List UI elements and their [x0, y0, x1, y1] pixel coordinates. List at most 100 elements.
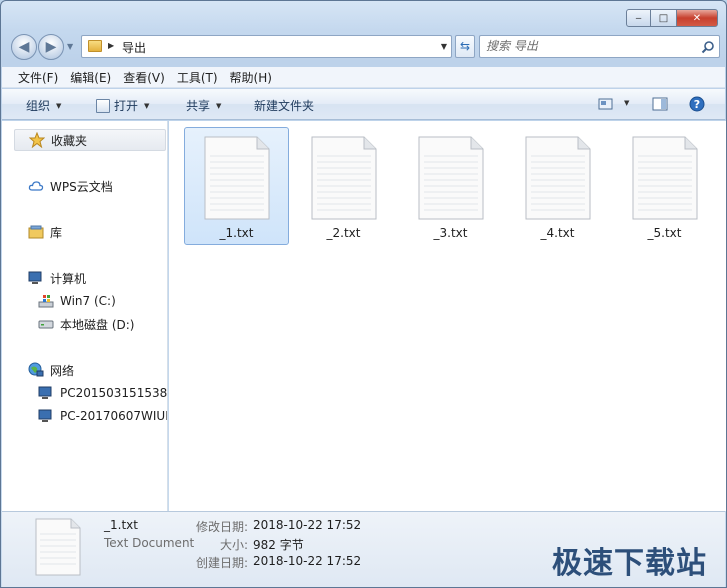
nav-network-label: 网络: [50, 363, 75, 378]
nav-drive-c-label: Win7 (C:): [60, 294, 116, 308]
details-pane: _1.txt Text Document 修改日期: 2018-10-22 17…: [2, 511, 725, 587]
search-box[interactable]: [479, 35, 720, 58]
chevron-down-icon: ▼: [216, 101, 222, 110]
menu-tools[interactable]: 工具(T): [171, 69, 224, 86]
file-list: _1.txt _2.txt _3.txt _4.txt _5.txt: [169, 121, 726, 511]
view-dropdown-icon[interactable]: ▼: [624, 99, 629, 107]
nav-pc-2-label: PC-20170607WIUN: [60, 409, 168, 423]
svg-text:?: ?: [694, 98, 700, 111]
minimize-button[interactable]: ‒: [626, 9, 651, 27]
menu-bar: 文件(F) 编辑(E) 查看(V) 工具(T) 帮助(H): [2, 67, 725, 88]
watermark-logo: 极速下载站: [552, 546, 707, 581]
file-name: _3.txt: [433, 226, 468, 240]
share-label: 共享: [186, 99, 211, 113]
menu-help[interactable]: 帮助(H): [224, 69, 278, 86]
nav-drive-d[interactable]: 本地磁盘 (D:): [38, 313, 134, 335]
view-options-icon[interactable]: [598, 96, 614, 112]
nav-pc-2[interactable]: PC-20170607WIUN: [38, 405, 168, 427]
folder-icon: [88, 40, 102, 52]
search-icon[interactable]: [701, 40, 715, 54]
file-name: _2.txt: [326, 226, 361, 240]
preview-pane-icon[interactable]: [652, 96, 668, 112]
address-bar[interactable]: ▶ 导出 ▼: [81, 35, 452, 58]
library-icon: [28, 225, 44, 239]
navigation-bar: ◀ ▶ ▼ ▶ 导出 ▼ ⇆: [9, 33, 720, 61]
computer-icon: [38, 409, 52, 422]
nav-network[interactable]: 网络: [28, 359, 74, 381]
nav-drive-c[interactable]: Win7 (C:): [38, 290, 116, 312]
text-file-icon: [525, 136, 591, 220]
text-file-icon: [35, 518, 81, 576]
cloud-icon: [28, 181, 44, 191]
nav-library-label: 库: [50, 225, 63, 240]
file-item[interactable]: _2.txt: [291, 127, 396, 245]
caption-buttons: ‒ □ ✕: [626, 9, 718, 27]
new-folder-button[interactable]: 新建文件夹: [254, 97, 314, 114]
nav-pc-1[interactable]: PC201503151538: [38, 382, 167, 404]
text-file-icon: [204, 136, 270, 220]
details-size-label: 大小:: [219, 538, 248, 552]
search-input[interactable]: [486, 39, 686, 53]
nav-wps-label: WPS云文档: [50, 179, 113, 194]
open-label: 打开: [114, 99, 139, 113]
file-name: _4.txt: [540, 226, 575, 240]
share-button[interactable]: 共享 ▼: [186, 97, 221, 114]
nav-computer[interactable]: 计算机: [28, 267, 86, 289]
file-item[interactable]: _5.txt: [612, 127, 717, 245]
network-icon: [28, 362, 44, 377]
new-folder-label: 新建文件夹: [254, 99, 315, 113]
menu-file[interactable]: 文件(F): [12, 69, 64, 86]
address-history-dropdown[interactable]: ▼: [441, 42, 447, 51]
star-icon: [29, 132, 45, 148]
nav-drive-d-label: 本地磁盘 (D:): [60, 317, 135, 332]
file-name: _5.txt: [647, 226, 682, 240]
forward-arrow-icon: ▶: [45, 39, 57, 55]
organize-label: 组织: [26, 99, 51, 113]
file-item[interactable]: _1.txt: [184, 127, 289, 245]
open-button[interactable]: 打开 ▼: [96, 97, 149, 114]
windows-drive-icon: [38, 295, 54, 308]
menu-view[interactable]: 查看(V): [117, 69, 171, 86]
document-icon: [96, 98, 110, 113]
details-size-value: 982 字节: [253, 538, 304, 552]
details-created-label: 创建日期:: [195, 556, 248, 570]
text-file-icon: [418, 136, 484, 220]
file-name: _1.txt: [219, 226, 254, 240]
chevron-down-icon: ▼: [56, 101, 62, 110]
refresh-icon: ⇆: [459, 39, 471, 53]
explorer-window: ‒ □ ✕ ◀ ▶ ▼ ▶ 导出 ▼ ⇆ 文件(F): [0, 0, 727, 588]
hard-drive-icon: [38, 320, 54, 329]
menu-edit[interactable]: 编辑(E): [64, 69, 117, 86]
nav-wps-cloud[interactable]: WPS云文档: [28, 175, 113, 197]
file-item[interactable]: _4.txt: [505, 127, 610, 245]
nav-library[interactable]: 库: [28, 221, 62, 243]
forward-button[interactable]: ▶: [38, 34, 64, 60]
recent-pages-dropdown[interactable]: ▼: [67, 42, 73, 51]
computer-icon: [28, 271, 42, 284]
nav-computer-label: 计算机: [50, 271, 87, 286]
nav-favorites-label: 收藏夹: [51, 133, 88, 148]
back-button[interactable]: ◀: [11, 34, 37, 60]
command-toolbar: 组织 ▼ 打开 ▼ 共享 ▼ 新建文件夹 ▼ ?: [2, 89, 725, 120]
details-file-type: Text Document: [104, 536, 195, 550]
text-file-icon: [632, 136, 698, 220]
file-item[interactable]: _3.txt: [398, 127, 503, 245]
nav-favorites[interactable]: 收藏夹: [14, 129, 166, 151]
organize-button[interactable]: 组织 ▼: [26, 97, 61, 114]
chevron-down-icon: ▼: [144, 101, 150, 110]
details-modified-value: 2018-10-22 17:52: [253, 518, 362, 532]
nav-pc-1-label: PC201503151538: [60, 386, 168, 400]
refresh-button[interactable]: ⇆: [455, 35, 475, 58]
close-button[interactable]: ✕: [676, 9, 718, 27]
computer-icon: [38, 386, 52, 399]
help-icon[interactable]: ?: [689, 96, 705, 112]
details-created-value: 2018-10-22 17:52: [253, 554, 362, 568]
maximize-button[interactable]: □: [651, 9, 676, 27]
navigation-pane: 收藏夹 WPS云文档 库 计算机 Win7 (C:) 本地磁盘 (D:) 网络 …: [2, 121, 168, 511]
details-modified-label: 修改日期:: [195, 520, 248, 534]
back-arrow-icon: ◀: [18, 39, 30, 55]
text-file-icon: [311, 136, 377, 220]
breadcrumb-separator-icon[interactable]: ▶: [108, 41, 114, 50]
details-file-name: _1.txt: [104, 518, 138, 532]
breadcrumb-current-folder[interactable]: 导出: [122, 39, 146, 56]
